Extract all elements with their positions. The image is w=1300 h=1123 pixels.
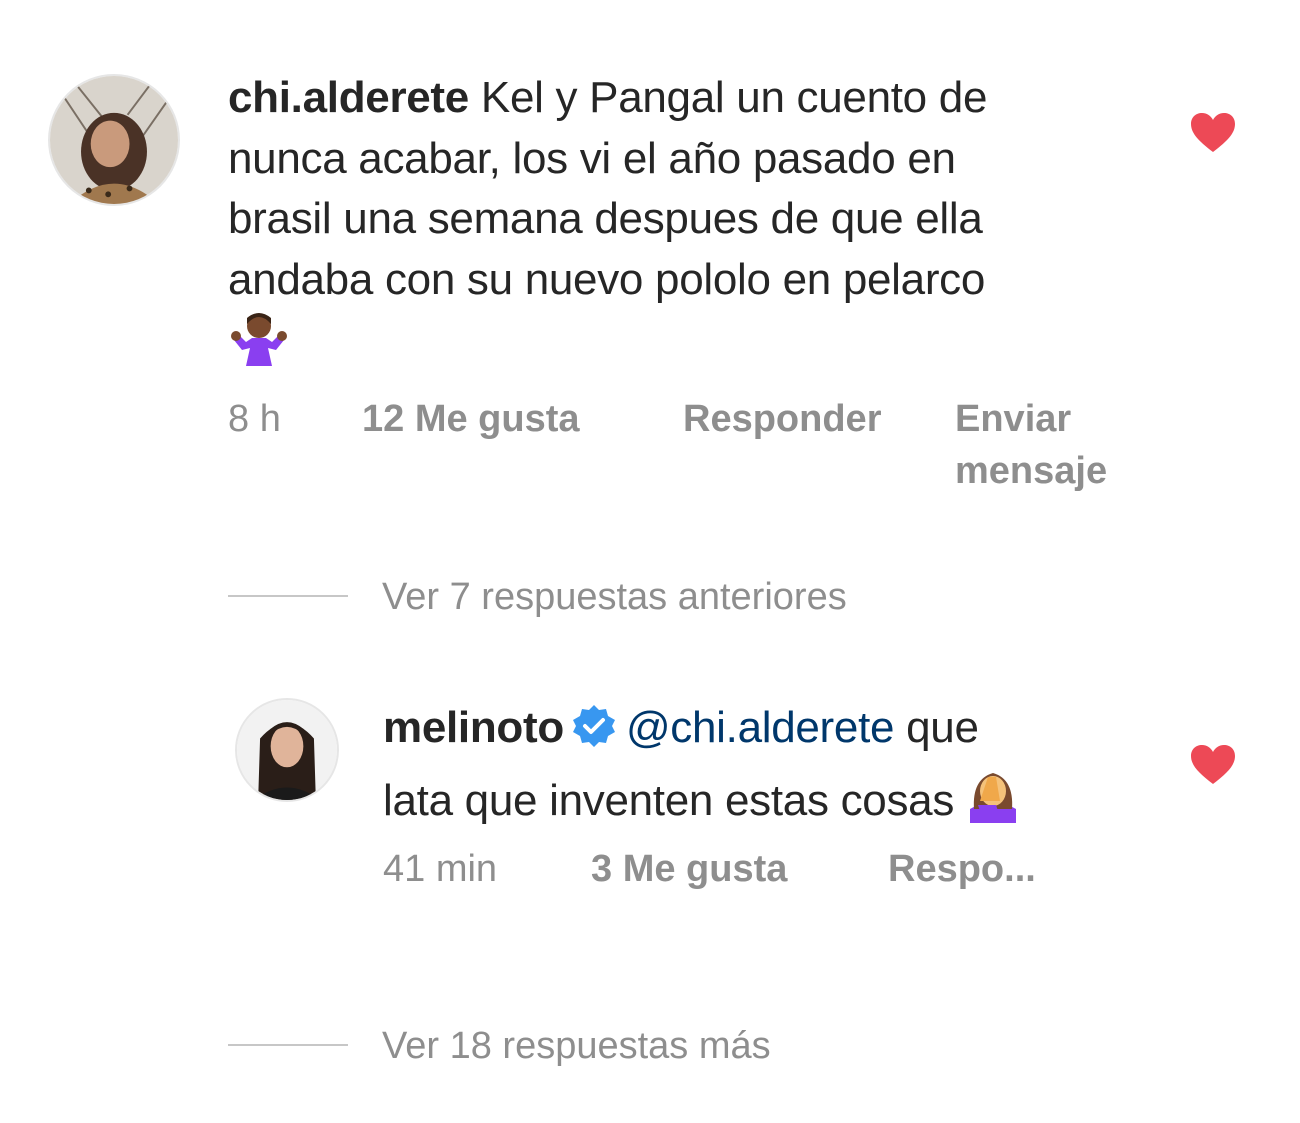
comment-emoji-line [228, 310, 1158, 383]
avatar-melinoto[interactable] [235, 698, 339, 802]
reply-username[interactable]: melinoto [383, 703, 564, 752]
comment-text-line-3: brasil una semana despues de que ella [228, 194, 983, 243]
send-message-line-2: mensaje [955, 450, 1108, 492]
reply-like-heart-icon[interactable] [1190, 744, 1236, 786]
reply-time: 41 min [383, 848, 498, 890]
comment-line-1: chi.alderete Kel y Pangal un cuento de [228, 68, 1158, 129]
reply-line-1: melinoto @chi.alderete que [383, 698, 1163, 765]
comment-likes-count[interactable]: 12 Me gusta [362, 393, 580, 445]
comment-reply-button[interactable]: Responder [683, 393, 881, 445]
reply-body: melinoto @chi.alderete que lata que inven… [383, 698, 1163, 839]
reply-likes-count[interactable]: 3 Me gusta [591, 843, 787, 895]
comment-text-line-1: Kel y Pangal un cuento de [480, 73, 988, 122]
comment-like-heart-icon[interactable] [1190, 112, 1236, 154]
reply-text-line-1: que [906, 703, 979, 752]
comment-username[interactable]: chi.alderete [228, 73, 469, 122]
reply-line-2: lata que inventen estas cosas [383, 765, 1163, 840]
avatar-chi-alderete[interactable] [48, 74, 180, 206]
replies-divider-1 [228, 595, 348, 597]
view-more-replies-button[interactable]: Ver 18 respuestas más [382, 1021, 771, 1071]
person-facepalming-emoji [966, 765, 1020, 840]
reply-reply-button[interactable]: Respo... [888, 843, 1036, 895]
person-shrugging-emoji [228, 310, 290, 383]
verified-badge-icon [572, 704, 616, 765]
reply-text-line-2: lata que inventen estas cosas [383, 775, 955, 825]
reply-mention-link[interactable]: @chi.alderete [626, 703, 895, 752]
replies-divider-2 [228, 1044, 348, 1046]
view-previous-replies-button[interactable]: Ver 7 respuestas anteriores [382, 572, 847, 622]
send-message-line-1: Enviar [955, 398, 1072, 440]
comment-text-line-2: nunca acabar, los vi el año pasado en [228, 133, 956, 183]
comment-send-message-button[interactable]: Enviar mensaje [955, 393, 1107, 497]
comment-text-line-4: andaba con su nuevo pololo en pelarco [228, 254, 986, 304]
comment-body: chi.alderete Kel y Pangal un cuento de n… [228, 68, 1158, 383]
comment-time: 8 h [228, 398, 281, 440]
